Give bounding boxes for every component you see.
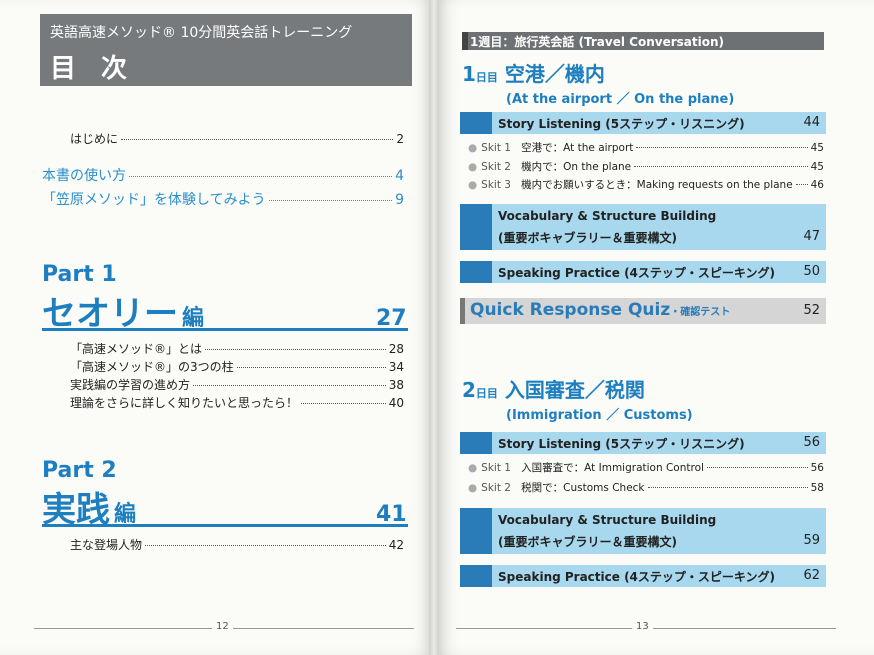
toc-entry-howto[interactable]: 本書の使い方 4 — [42, 165, 404, 185]
toc-entry[interactable]: 「高速メソッド®」とは 28 — [70, 340, 404, 357]
toc-entry[interactable]: 理論をさらに詳しく知りたいと思ったら！ 40 — [70, 394, 404, 411]
vocabulary-band[interactable]: Vocabulary & Structure Building (重要ボキャブラ… — [460, 508, 826, 554]
skit-row[interactable]: ● Skit 2 機内で：On the plane 45 — [468, 159, 824, 174]
page-number-left: 12 — [212, 621, 233, 632]
story-listening-band[interactable]: Story Listening (5ステップ・リスニング) 44 — [460, 112, 826, 134]
toc-entry[interactable]: 実践編の学習の進め方 38 — [70, 376, 404, 393]
speaking-practice-band[interactable]: Speaking Practice (4ステップ・スピーキング) 50 — [460, 261, 826, 283]
part1-label: Part 1 — [42, 262, 117, 287]
skit-row[interactable]: ● Skit 3 機内でお願いするとき：Making requests on the… — [468, 177, 824, 192]
headphones-icon — [460, 432, 492, 454]
skit-row[interactable]: ● Skit 2 税関で：Customs Check 58 — [468, 480, 824, 495]
toc-entry-method[interactable]: 「笠原メソッド」を体験してみよう 9 — [42, 189, 404, 209]
day2-subtitle: (Immigration ／ Customs) — [506, 408, 693, 423]
part2-label: Part 2 — [42, 458, 117, 483]
header-accent — [462, 32, 468, 50]
megaphone-icon — [460, 565, 492, 587]
week-header: 1週目：旅行英会話 (Travel Conversation) — [462, 32, 824, 50]
day1-subtitle: (At the airport ／ On the plane) — [506, 92, 735, 107]
toc-entry-intro[interactable]: はじめに 2 — [70, 130, 404, 147]
vocabulary-band[interactable]: Vocabulary & Structure Building (重要ボキャブラ… — [460, 204, 826, 250]
day1-title[interactable]: 1日目 空港／機内 — [462, 58, 605, 87]
toc-header: 英語高速メソッド® 10分間英会話トレーニング 目 次 — [40, 14, 412, 86]
toc-title: 目 次 — [50, 54, 136, 84]
page-number-right: 13 — [632, 621, 653, 632]
part2-rule — [42, 524, 408, 527]
toc-entry[interactable]: 主な登場人物 42 — [70, 536, 404, 553]
headphones-icon — [460, 112, 492, 134]
part1-rule — [42, 328, 408, 331]
speaking-practice-band[interactable]: Speaking Practice (4ステップ・スピーキング) 62 — [460, 565, 826, 587]
quiz-accent — [460, 298, 465, 324]
skit-row[interactable]: ● Skit 1 入国審査で：At Immigration Control 56 — [468, 460, 824, 475]
quiz-band[interactable]: Quick Response Quiz・確認テスト 52 — [460, 298, 826, 324]
megaphone-icon — [460, 261, 492, 283]
book-icon — [460, 508, 492, 554]
toc-entry[interactable]: 「高速メソッド®」の3つの柱 34 — [70, 358, 404, 375]
story-listening-band[interactable]: Story Listening (5ステップ・リスニング) 56 — [460, 432, 826, 454]
skit-row[interactable]: ● Skit 1 空港で：At the airport 45 — [468, 140, 824, 155]
day2-title[interactable]: 2日目 入国審査／税関 — [462, 374, 645, 403]
book-icon — [460, 204, 492, 250]
book-title: 英語高速メソッド® 10分間英会話トレーニング — [50, 25, 353, 41]
